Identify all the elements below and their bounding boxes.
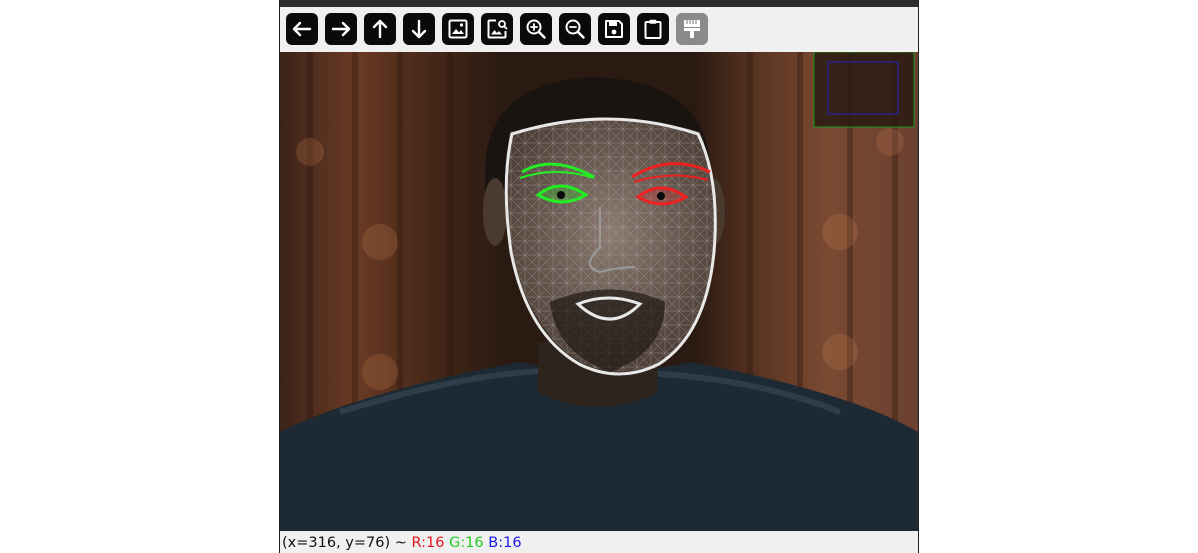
pixel-green-value: G:16 (449, 535, 484, 551)
zoom-out-button[interactable] (559, 13, 591, 45)
zoom-in-button[interactable] (520, 13, 552, 45)
zoom-original-button[interactable] (481, 13, 513, 45)
zoom-fit-button[interactable] (442, 13, 474, 45)
pixel-blue-value: B:16 (488, 535, 522, 551)
image-icon (448, 19, 468, 39)
paint-roller-icon (684, 20, 700, 38)
pixel-red-value: R:16 (411, 535, 445, 551)
pan-right-button[interactable] (325, 13, 357, 45)
toolbar (286, 13, 708, 45)
status-bar: (x=316, y=76) ~ R:16 G:16 B:16 (282, 534, 522, 552)
pan-down-button[interactable] (403, 13, 435, 45)
title-bar (280, 0, 918, 7)
pan-left-button[interactable] (286, 13, 318, 45)
floppy-disk-icon (605, 20, 623, 38)
arrow-left-icon (292, 21, 312, 37)
image-search-icon (487, 19, 508, 39)
pan-up-button[interactable] (364, 13, 396, 45)
clipboard-icon (644, 19, 662, 39)
arrow-up-icon (372, 19, 388, 39)
image-viewer-window: (x=316, y=76) ~ R:16 G:16 B:16 (279, 0, 919, 553)
zoom-out-icon (565, 19, 585, 39)
arrow-down-icon (411, 19, 427, 39)
zoom-in-icon (526, 19, 546, 39)
cursor-coordinates: (x=316, y=76) ~ (282, 535, 407, 551)
webcam-frame-image (280, 52, 918, 531)
copy-clipboard-button[interactable] (637, 13, 669, 45)
properties-button (676, 13, 708, 45)
arrow-right-icon (331, 21, 351, 37)
save-image-button[interactable] (598, 13, 630, 45)
navigator-overview[interactable] (813, 52, 915, 128)
image-canvas[interactable] (280, 52, 918, 531)
